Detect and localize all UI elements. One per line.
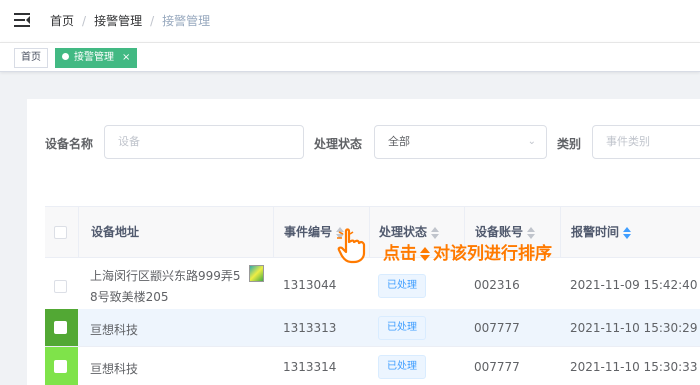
cell-alarm-time: 2021-11-10 15:30:29 [570, 321, 698, 335]
cell-address: 亘想科技 [90, 323, 139, 337]
status-badge: 已处理 [378, 355, 426, 379]
hamburger-menu-icon[interactable] [14, 13, 30, 27]
header-label: 报警时间 [571, 225, 620, 239]
table-header: 设备地址 事件编号 处理状态 设备账号 报警时间 [45, 206, 700, 258]
cell-address: 上海闵行区颛兴东路999弄5 [90, 269, 241, 283]
cell-event-no: 1313313 [283, 321, 337, 335]
table-row[interactable]: 亘想科技 1313313 已处理 007777 2021-11-10 15:30… [45, 309, 700, 347]
status-select-value: 全部 [388, 135, 410, 148]
table-row[interactable]: 亘想科技 1313314 已处理 007777 2021-11-10 15:30… [45, 347, 700, 385]
tip-text-part1: 点击 [383, 244, 417, 264]
status-select[interactable]: 全部 ⌄ [374, 125, 547, 159]
status-badge: 已处理 [378, 316, 426, 340]
navbar: 首页 / 接警管理 / 接警管理 [0, 0, 700, 42]
chevron-down-icon: ⌄ [527, 136, 536, 147]
breadcrumb-current: 接警管理 [162, 14, 211, 28]
cell-event-no: 1313314 [283, 360, 337, 374]
device-name-label: 设备名称 [45, 137, 94, 151]
active-dot-icon [62, 53, 69, 60]
breadcrumb-separator: / [82, 13, 87, 28]
row-marker-dark-green [45, 309, 78, 346]
close-icon[interactable]: × [122, 52, 130, 63]
sort-diamond-icon [420, 247, 430, 261]
row-checkbox[interactable] [54, 321, 67, 334]
header-label: 处理状态 [379, 225, 428, 239]
row-checkbox[interactable] [54, 280, 67, 293]
header-device-address: 设备地址 [78, 207, 273, 257]
pointing-hand-icon [337, 228, 366, 264]
table-row[interactable]: 上海闵行区颛兴东路999弄5 8号致美楼205 1313044 已处理 0023… [45, 258, 700, 315]
header-label: 设备账号 [475, 225, 524, 239]
cell-account: 007777 [474, 321, 520, 335]
header-label: 事件编号 [284, 225, 333, 239]
breadcrumb-home[interactable]: 首页 [50, 12, 74, 29]
category-input[interactable]: 事件类别 [592, 125, 700, 159]
cell-event-no: 1313044 [283, 278, 337, 292]
cell-alarm-time: 2021-11-09 15:42:40 [570, 278, 698, 292]
header-alarm-time[interactable]: 报警时间 [560, 207, 700, 257]
breadcrumb-alarm-parent[interactable]: 接警管理 [94, 12, 142, 29]
sort-icon[interactable] [623, 226, 632, 239]
status-label: 处理状态 [314, 137, 363, 151]
row-marker-bright-green [45, 347, 78, 385]
tags-view: 首页 接警管理 × [0, 42, 700, 72]
category-label: 类别 [557, 137, 582, 151]
breadcrumb: 首页 / 接警管理 / 接警管理 [50, 12, 210, 29]
cell-account: 002316 [474, 278, 520, 292]
cell-address: 亘想科技 [90, 362, 139, 376]
header-label: 设备地址 [91, 225, 140, 239]
sort-icon[interactable] [431, 226, 440, 239]
device-name-input[interactable]: 设备 [104, 125, 304, 159]
breadcrumb-separator: / [150, 13, 155, 28]
sort-icon[interactable] [527, 226, 536, 239]
tag-label: 接警管理 [74, 52, 114, 63]
tag-home[interactable]: 首页 [14, 48, 48, 68]
cell-address-line2: 8号致美楼205 [90, 290, 169, 304]
tip-text-part2: 对该列进行排序 [433, 244, 552, 264]
status-badge: 已处理 [378, 274, 426, 298]
row-checkbox[interactable] [54, 360, 67, 373]
tag-alarm-management[interactable]: 接警管理 × [55, 48, 138, 68]
select-all-checkbox[interactable] [54, 226, 67, 239]
cell-account: 007777 [474, 360, 520, 374]
thermometer-image-icon [249, 265, 264, 282]
sort-tip: 点击 对该列进行排序 [383, 239, 552, 264]
cell-alarm-time: 2021-11-10 15:30:33 [570, 360, 698, 374]
